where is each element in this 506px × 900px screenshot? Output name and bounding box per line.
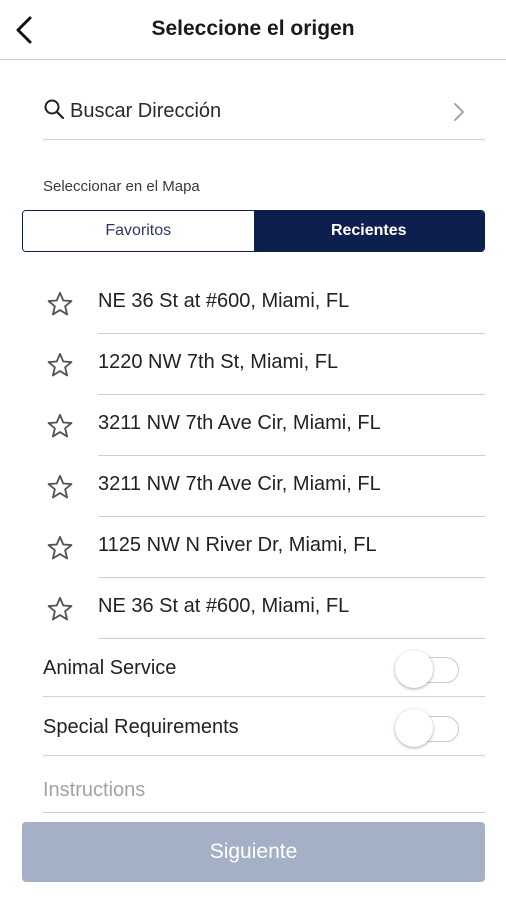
star-outline-icon[interactable] <box>46 534 74 562</box>
favorites-recents-toggle: Favoritos Recientes <box>22 210 485 252</box>
address-text: 1125 NW N River Dr, Miami, FL <box>98 534 377 556</box>
search-placeholder: Buscar Dirección <box>70 100 222 122</box>
instructions-input[interactable] <box>43 757 485 813</box>
toggle-knob <box>395 650 433 688</box>
recent-addresses-list: NE 36 St at #600, Miami, FL 1220 NW 7th … <box>0 273 506 639</box>
address-text: 1220 NW 7th St, Miami, FL <box>98 351 339 373</box>
tab-favorites[interactable]: Favoritos <box>23 211 254 251</box>
animal-service-toggle[interactable] <box>395 648 463 688</box>
app-header: Seleccione el origen <box>0 0 506 60</box>
select-on-map-link[interactable]: Seleccionar en el Mapa <box>43 178 200 195</box>
list-item[interactable]: 1125 NW N River Dr, Miami, FL <box>0 517 506 578</box>
address-text: NE 36 St at #600, Miami, FL <box>98 290 350 312</box>
special-requirements-label: Special Requirements <box>43 716 239 738</box>
star-outline-icon[interactable] <box>46 595 74 623</box>
star-outline-icon[interactable] <box>46 473 74 501</box>
list-item[interactable]: 3211 NW 7th Ave Cir, Miami, FL <box>0 395 506 456</box>
special-requirements-row: Special Requirements <box>43 697 485 756</box>
search-icon <box>44 99 65 120</box>
star-outline-icon[interactable] <box>46 412 74 440</box>
page-title: Seleccione el origen <box>151 17 355 40</box>
tab-recents[interactable]: Recientes <box>253 211 484 251</box>
animal-service-row: Animal Service <box>43 638 485 697</box>
toggle-knob <box>395 709 433 747</box>
list-item[interactable]: NE 36 St at #600, Miami, FL <box>0 273 506 334</box>
list-item[interactable]: 1220 NW 7th St, Miami, FL <box>0 334 506 395</box>
animal-service-label: Animal Service <box>43 657 177 679</box>
address-text: 3211 NW 7th Ave Cir, Miami, FL <box>98 412 381 434</box>
special-requirements-toggle[interactable] <box>395 707 463 747</box>
chevron-right-icon <box>454 103 464 121</box>
list-item[interactable]: NE 36 St at #600, Miami, FL <box>0 578 506 639</box>
search-address-row[interactable]: Buscar Dirección <box>43 88 485 140</box>
address-text: NE 36 St at #600, Miami, FL <box>98 595 350 617</box>
address-text: 3211 NW 7th Ave Cir, Miami, FL <box>98 473 381 495</box>
next-button[interactable]: Siguiente <box>22 822 485 882</box>
star-outline-icon[interactable] <box>46 290 74 318</box>
list-item[interactable]: 3211 NW 7th Ave Cir, Miami, FL <box>0 456 506 517</box>
star-outline-icon[interactable] <box>46 351 74 379</box>
